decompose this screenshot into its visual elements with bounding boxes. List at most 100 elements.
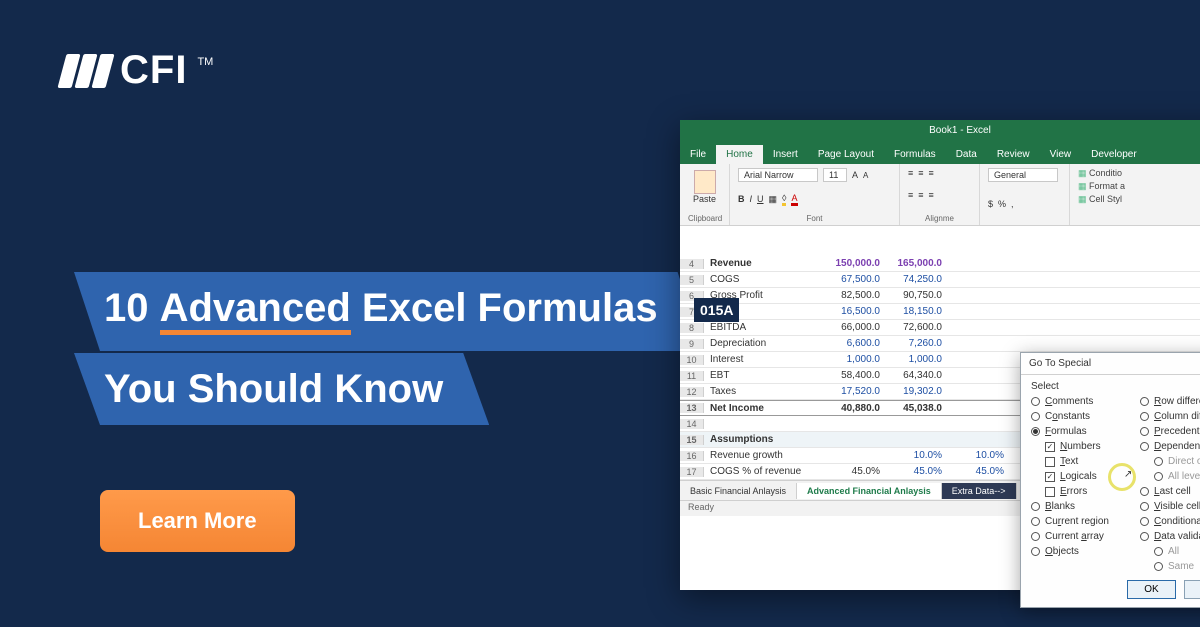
format-as-table-button[interactable]: Format a xyxy=(1078,181,1200,192)
cell-label[interactable]: Revenue xyxy=(704,258,824,269)
dialog-option-visible-cells-only[interactable]: Visible cells only xyxy=(1140,501,1200,512)
ribbon-tab-data[interactable]: Data xyxy=(946,145,987,164)
grid-row[interactable]: 7SG&A16,500.018,150.0 xyxy=(680,304,1200,320)
grid-row[interactable]: 8EBITDA66,000.072,600.0 xyxy=(680,320,1200,336)
row-number[interactable]: 16 xyxy=(680,451,704,461)
cell-value[interactable]: 10.0% xyxy=(948,450,1010,461)
learn-more-button[interactable]: Learn More xyxy=(100,490,295,552)
row-number[interactable]: 15 xyxy=(680,435,704,445)
grid-row[interactable]: 9Depreciation6,600.07,260.0 xyxy=(680,336,1200,352)
dialog-option-last-cell[interactable]: Last cell xyxy=(1140,486,1200,497)
cell-styles-button[interactable]: Cell Styl xyxy=(1078,194,1200,205)
ribbon-tab-review[interactable]: Review xyxy=(987,145,1040,164)
cell-value[interactable]: 7,260.0 xyxy=(886,338,948,349)
cell-value[interactable]: 64,340.0 xyxy=(886,370,948,381)
increase-font-icon[interactable]: A xyxy=(852,170,858,180)
cell-value[interactable]: 16,500.0 xyxy=(824,306,886,317)
currency-icon[interactable]: $ xyxy=(988,199,993,209)
cell-value[interactable]: 82,500.0 xyxy=(824,290,886,301)
row-number[interactable]: 11 xyxy=(680,371,704,381)
dialog-option-dependents[interactable]: Dependents xyxy=(1140,441,1200,452)
cell-value[interactable]: 10.0% xyxy=(886,450,948,461)
cell-label[interactable]: COGS % of revenue xyxy=(704,466,824,477)
number-format-select[interactable]: General xyxy=(988,168,1058,182)
cell-label[interactable]: EBITDA xyxy=(704,322,824,333)
dialog-option-row-differences[interactable]: Row differences xyxy=(1140,396,1200,407)
cell-value[interactable]: 165,000.0 xyxy=(886,258,948,269)
cell-value[interactable]: 40,880.0 xyxy=(824,403,886,414)
bold-button[interactable]: B xyxy=(738,194,745,204)
ribbon-tab-insert[interactable]: Insert xyxy=(763,145,808,164)
comma-icon[interactable]: , xyxy=(1011,199,1014,209)
cell-value[interactable]: 66,000.0 xyxy=(824,322,886,333)
dialog-option-formulas[interactable]: Formulas xyxy=(1031,426,1130,437)
dialog-option-current-array[interactable]: Current array xyxy=(1031,531,1130,542)
dialog-cancel-button[interactable]: Canc xyxy=(1184,580,1200,599)
cell-value[interactable]: 150,000.0 xyxy=(824,258,886,269)
cell-value[interactable]: 17,520.0 xyxy=(824,386,886,397)
dialog-option-objects[interactable]: Objects xyxy=(1031,546,1130,557)
dialog-option-constants[interactable]: Constants xyxy=(1031,411,1130,422)
cell-value[interactable]: 67,500.0 xyxy=(824,274,886,285)
cell-value[interactable]: 18,150.0 xyxy=(886,306,948,317)
ribbon-tab-view[interactable]: View xyxy=(1040,145,1082,164)
sheet-tab[interactable]: Advanced Financial Anlaysis xyxy=(797,483,942,499)
row-number[interactable]: 13 xyxy=(680,403,704,413)
dialog-option-column-difference[interactable]: Column difference xyxy=(1140,411,1200,422)
cell-value[interactable]: 58,400.0 xyxy=(824,370,886,381)
align-top-icon[interactable]: ≡ xyxy=(908,168,913,178)
dialog-option-numbers[interactable]: Numbers xyxy=(1045,441,1130,452)
sheet-tab[interactable]: Extra Data--> xyxy=(942,483,1017,499)
cell-value[interactable]: 19,302.0 xyxy=(886,386,948,397)
grid-row[interactable]: 6Gross Profit82,500.090,750.0 xyxy=(680,288,1200,304)
font-size-select[interactable]: 11 xyxy=(823,168,847,182)
cell-label[interactable]: EBT xyxy=(704,370,824,381)
dialog-option-current-region[interactable]: Current region xyxy=(1031,516,1130,527)
dialog-option-data-validation[interactable]: Data validation xyxy=(1140,531,1200,542)
row-number[interactable]: 10 xyxy=(680,355,704,365)
dialog-option-precedents[interactable]: Precedents xyxy=(1140,426,1200,437)
ribbon-tab-file[interactable]: File xyxy=(680,145,716,164)
align-left-icon[interactable]: ≡ xyxy=(908,190,913,200)
fill-color-icon[interactable]: ◊ xyxy=(782,193,786,206)
grid-row[interactable]: 4Revenue150,000.0165,000.0 xyxy=(680,256,1200,272)
cell-label[interactable]: Taxes xyxy=(704,386,824,397)
font-name-select[interactable]: Arial Narrow xyxy=(738,168,818,182)
cell-label[interactable]: COGS xyxy=(704,274,824,285)
border-icon[interactable]: ▦ xyxy=(769,194,778,205)
ribbon-tab-developer[interactable]: Developer xyxy=(1081,145,1147,164)
font-color-icon[interactable]: A xyxy=(791,193,797,206)
row-number[interactable]: 5 xyxy=(680,275,704,285)
conditional-formatting-button[interactable]: Conditio xyxy=(1078,168,1200,179)
ribbon-tab-page-layout[interactable]: Page Layout xyxy=(808,145,884,164)
row-number[interactable]: 4 xyxy=(680,259,704,269)
row-number[interactable]: 8 xyxy=(680,323,704,333)
sheet-tab[interactable]: Basic Financial Anlaysis xyxy=(680,483,797,499)
row-number[interactable]: 14 xyxy=(680,419,704,429)
dialog-option-comments[interactable]: Comments xyxy=(1031,396,1130,407)
cell-value[interactable]: 90,750.0 xyxy=(886,290,948,301)
row-number[interactable]: 12 xyxy=(680,387,704,397)
cell-value[interactable]: 72,600.0 xyxy=(886,322,948,333)
ribbon-tab-home[interactable]: Home xyxy=(716,145,763,164)
align-middle-icon[interactable]: ≡ xyxy=(918,168,923,178)
row-number[interactable]: 17 xyxy=(680,467,704,477)
cell-label[interactable]: Assumptions xyxy=(704,434,824,445)
dialog-option-logicals[interactable]: Logicals↖ xyxy=(1045,471,1130,482)
cell-value[interactable]: 1,000.0 xyxy=(886,354,948,365)
dialog-option-blanks[interactable]: Blanks xyxy=(1031,501,1130,512)
italic-button[interactable]: I xyxy=(750,194,753,204)
cell-label[interactable]: Revenue growth xyxy=(704,450,824,461)
cell-value[interactable]: 45.0% xyxy=(824,466,886,477)
dialog-ok-button[interactable]: OK xyxy=(1127,580,1175,599)
align-right-icon[interactable]: ≡ xyxy=(929,190,934,200)
paste-button[interactable]: Paste xyxy=(688,168,721,204)
align-center-icon[interactable]: ≡ xyxy=(918,190,923,200)
cell-value[interactable]: 1,000.0 xyxy=(824,354,886,365)
cell-value[interactable]: 45.0% xyxy=(886,466,948,477)
align-bottom-icon[interactable]: ≡ xyxy=(929,168,934,178)
cell-value[interactable]: 45,038.0 xyxy=(886,403,948,414)
row-number[interactable]: 9 xyxy=(680,339,704,349)
grid-row[interactable]: 5COGS67,500.074,250.0 xyxy=(680,272,1200,288)
cell-value[interactable]: 6,600.0 xyxy=(824,338,886,349)
